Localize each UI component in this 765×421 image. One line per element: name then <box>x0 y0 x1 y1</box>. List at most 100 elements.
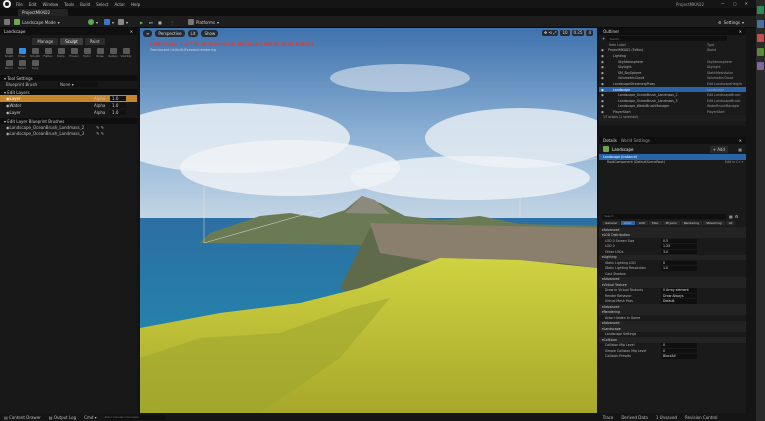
details-tab-actor[interactable]: Actor <box>620 221 635 226</box>
property-value[interactable]: 1.25 <box>661 244 697 249</box>
more-play-options[interactable]: ⋮ <box>170 18 174 26</box>
details-search-input[interactable] <box>602 213 726 219</box>
output-log-button[interactable]: ▤ Output Log <box>49 415 76 420</box>
tool-ramp[interactable]: Ramp <box>56 48 66 58</box>
settings-icon[interactable]: ⚙ <box>735 214 739 219</box>
view-mode-button[interactable]: Lit <box>187 30 199 37</box>
content-drawer-button[interactable]: ▤ Content Drawer <box>4 415 41 420</box>
show-button[interactable]: Show <box>201 30 219 37</box>
filter-icon[interactable]: ▦ <box>729 214 733 219</box>
property-value[interactable]: 0 Array element <box>661 288 697 293</box>
tool-visibility[interactable]: Visibility <box>121 48 131 58</box>
blueprint-button[interactable]: ▾ <box>104 18 114 26</box>
menu-item-help[interactable]: Help <box>131 2 140 7</box>
trace-button[interactable]: Trace <box>603 415 614 420</box>
property-value[interactable]: 0 <box>661 260 697 266</box>
tool-mirror[interactable]: Mirror <box>4 60 14 70</box>
details-tab-misc[interactable]: Misc <box>648 221 662 226</box>
tool-smooth[interactable]: Smooth <box>30 48 40 58</box>
menu-item-tools[interactable]: Tools <box>64 2 74 7</box>
camera-speed-value[interactable]: 4 <box>586 30 593 36</box>
property-value[interactable]: 0.5 <box>661 238 697 244</box>
outliner-row[interactable]: ◉ PlayerStart PlayerStart <box>599 109 746 115</box>
tool-copy[interactable]: Copy <box>30 60 40 70</box>
eye-icon[interactable]: ◉ <box>601 110 604 114</box>
step-button[interactable]: ⏭ <box>149 18 153 26</box>
platforms-button[interactable]: Platforms ▾ <box>188 18 219 26</box>
perspective-button[interactable]: Perspective <box>155 30 185 37</box>
eye-icon[interactable]: ◉ <box>601 93 604 97</box>
menu-item-build[interactable]: Build <box>80 2 90 7</box>
modes-button[interactable]: Landscape Mode ▾ <box>14 18 60 26</box>
property-value[interactable]: 1.0 <box>661 266 697 271</box>
add-component-button[interactable]: + Add <box>709 145 728 153</box>
grid-snap-value[interactable]: 10 <box>560 30 570 36</box>
eye-icon[interactable]: ◉ <box>601 76 604 80</box>
grid-icon[interactable]: ▦ <box>738 147 742 152</box>
details-tab-rendering[interactable]: Rendering <box>680 221 703 226</box>
app-thumbnail[interactable] <box>757 48 764 56</box>
details-tab-physics[interactable]: Physics <box>662 221 680 226</box>
tool-erase[interactable]: Erase <box>17 48 27 58</box>
menu-item-select[interactable]: Select <box>96 2 108 7</box>
tool-hydro[interactable]: Hydro <box>82 48 92 58</box>
transform-tools[interactable]: ✥ ⟲ ⤢ <box>542 30 559 36</box>
eye-icon[interactable]: ◉ <box>601 104 604 108</box>
details-tab-all[interactable]: All <box>725 221 736 226</box>
app-thumbnail[interactable] <box>757 6 764 14</box>
alpha-value[interactable]: 1.0 <box>110 96 126 101</box>
property-value[interactable]: Draw Always <box>661 293 697 299</box>
add-actor-button[interactable]: ▾ <box>88 18 98 26</box>
layer-row[interactable]: ◉ Layer Alpha 1.0 <box>0 95 137 102</box>
layer-row[interactable]: ◉ Water Alpha 1.0 <box>0 102 137 109</box>
close-icon[interactable]: ✕ <box>745 1 748 6</box>
actor-name[interactable]: Landscape <box>612 147 634 152</box>
property-value[interactable]: BlockAll <box>661 354 697 359</box>
tab-project[interactable]: ProjectMKAD2 <box>18 9 68 16</box>
app-thumbnail[interactable] <box>757 20 764 28</box>
tab-manage[interactable]: Manage <box>32 38 59 45</box>
app-thumbnail[interactable] <box>757 62 764 70</box>
property-value[interactable]: 0 <box>661 348 697 354</box>
derived-data-button[interactable]: Derived Data <box>621 415 648 420</box>
close-icon[interactable]: ✕ <box>739 138 742 143</box>
edit-cpp-link[interactable]: Edit in C++ <box>725 160 744 164</box>
settings-button[interactable]: ⚙ Settings ▾ <box>718 18 744 26</box>
play-button[interactable]: ▶ <box>140 18 143 26</box>
alpha-value[interactable]: 1.0 <box>110 103 126 108</box>
tool-flatten[interactable]: Flatten <box>43 48 53 58</box>
outliner-search-input[interactable] <box>607 36 728 41</box>
app-thumbnail[interactable] <box>757 34 764 42</box>
minimize-icon[interactable]: — <box>721 1 725 6</box>
world-settings-tab[interactable]: World Settings <box>621 138 650 143</box>
stop-button[interactable]: ■ <box>158 18 162 26</box>
details-tab-lod[interactable]: LOD <box>635 221 648 226</box>
eye-icon[interactable]: ◉ <box>601 60 604 64</box>
brush-row[interactable]: ◉ Landscape_OceanBrush_Landmass_3 ✎ ✎ <box>0 130 137 136</box>
cmd-button[interactable]: Cmd ▾ <box>84 415 97 420</box>
layer-row[interactable]: ◉ Layer Alpha 1.0 <box>0 109 137 116</box>
root-component-row[interactable]: RootComponent (DefaultSceneRoot) Edit in … <box>599 160 746 166</box>
add-icon[interactable]: + <box>602 36 605 41</box>
property-value[interactable]: Default <box>661 299 697 304</box>
tool-select[interactable]: Select <box>17 60 27 70</box>
menu-item-window[interactable]: Window <box>42 2 58 7</box>
property-value[interactable]: 3.0 <box>661 249 697 255</box>
tool-erosion[interactable]: Erosion <box>69 48 79 58</box>
rotation-snap-value[interactable]: 0.25 <box>571 30 585 36</box>
eye-icon[interactable]: ◉ <box>601 71 604 75</box>
revision-control-button[interactable]: Revision Control <box>685 415 717 420</box>
property-value[interactable]: 0 <box>661 343 697 348</box>
tab-sculpt[interactable]: Sculpt <box>60 38 83 45</box>
console-input[interactable] <box>104 414 165 420</box>
maximize-icon[interactable]: ▢ <box>733 1 737 6</box>
edit-icon[interactable]: ✎ ✎ <box>96 125 104 130</box>
edit-icon[interactable]: ✎ ✎ <box>96 131 104 136</box>
blueprint-brush-select[interactable]: None ▾ <box>58 81 98 87</box>
details-tab-streaming[interactable]: Streaming <box>703 221 725 226</box>
eye-icon[interactable]: ◉ <box>601 88 604 92</box>
eye-icon[interactable]: ◉ <box>601 82 604 86</box>
level-viewport[interactable]: ≡ Perspective Lit Show ✥ ⟲ ⤢ 10 0.25 4 L… <box>140 28 597 413</box>
tab-paint[interactable]: Paint <box>84 38 105 45</box>
menu-item-file[interactable]: File <box>16 2 23 7</box>
